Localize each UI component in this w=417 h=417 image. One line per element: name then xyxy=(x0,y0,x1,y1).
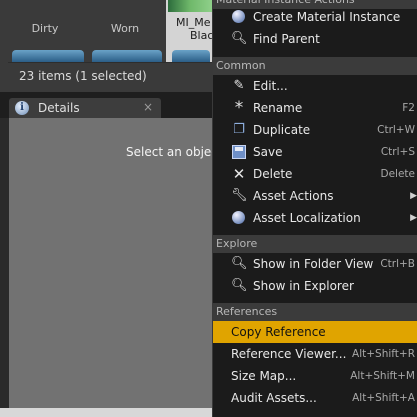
submenu-arrow-icon: ▶ xyxy=(410,191,417,201)
delete-icon: ✕ xyxy=(232,165,246,183)
close-icon[interactable]: × xyxy=(143,100,153,114)
shortcut-label: F2 xyxy=(402,102,415,114)
details-tab[interactable]: Details × xyxy=(9,98,161,118)
asset-name: MI_Me Blac xyxy=(176,16,214,42)
menu-item-label: Create Material Instance xyxy=(253,10,401,24)
submenu-arrow-icon: ▶ xyxy=(410,213,417,223)
info-icon: i xyxy=(15,101,29,115)
shortcut-label: Ctrl+W xyxy=(377,124,415,136)
context-menu: Material Instance Actions Create Materia… xyxy=(212,0,417,417)
menu-item-rename[interactable]: * Rename F2 xyxy=(213,97,417,119)
magnifier-icon: 🔍︎ xyxy=(231,31,248,46)
asset-thumbnail xyxy=(168,0,212,12)
material-sphere-icon xyxy=(232,10,245,23)
asterisk-icon: * xyxy=(234,98,244,118)
menu-item-label: Size Map... xyxy=(231,369,297,383)
shortcut-label: Alt+Shift+R xyxy=(352,348,415,360)
asset-count-status: 23 items (1 selected) xyxy=(8,62,212,88)
menu-item-edit[interactable]: ✎ Edit... xyxy=(213,75,417,97)
menu-item-show-in-folder-view[interactable]: 🔍︎ Show in Folder View Ctrl+B xyxy=(213,253,417,275)
shortcut-label: Alt+Shift+A xyxy=(352,392,415,404)
menu-item-size-map[interactable]: Size Map... Alt+Shift+M xyxy=(213,365,417,387)
globe-icon xyxy=(232,211,245,224)
menu-item-label: Delete xyxy=(253,167,293,181)
section-header-references: References xyxy=(213,303,417,321)
asset-name: Worn xyxy=(110,22,140,35)
asset-thumbnail[interactable] xyxy=(92,50,162,62)
magnifier-icon: 🔍︎ xyxy=(231,256,248,271)
menu-item-label: Copy Reference xyxy=(231,325,326,339)
menu-item-label: Show in Explorer xyxy=(253,279,354,293)
menu-item-delete[interactable]: ✕ Delete Delete xyxy=(213,163,417,185)
details-panel-footer xyxy=(0,408,212,417)
asset-thumbnail[interactable] xyxy=(12,50,84,62)
asset-browser: Dirty Worn MI_Me Blac 23 items (1 selecte… xyxy=(0,0,214,92)
menu-item-create-material-instance[interactable]: Create Material Instance xyxy=(213,6,417,28)
menu-item-find-parent[interactable]: 🔍︎ Find Parent xyxy=(213,28,417,50)
save-icon xyxy=(232,145,246,159)
menu-item-label: Asset Localization xyxy=(253,211,361,225)
menu-item-label: Audit Assets... xyxy=(231,391,317,405)
shortcut-label: Alt+Shift+M xyxy=(350,370,415,382)
pencil-icon: ✎ xyxy=(233,78,245,93)
menu-item-duplicate[interactable]: ❐ Duplicate Ctrl+W xyxy=(213,119,417,141)
menu-item-copy-reference[interactable]: Copy Reference xyxy=(213,321,417,343)
asset-thumbnail[interactable] xyxy=(172,50,210,62)
details-tab-label: Details xyxy=(38,101,80,115)
details-panel-body xyxy=(9,118,212,408)
menu-item-reference-viewer[interactable]: Reference Viewer... Alt+Shift+R xyxy=(213,343,417,365)
menu-item-asset-localization[interactable]: Asset Localization ▶ xyxy=(213,207,417,229)
section-header-common: Common xyxy=(213,57,417,75)
magnifier-icon: 🔍︎ xyxy=(231,278,248,293)
menu-item-label: Save xyxy=(253,145,283,159)
menu-item-asset-actions[interactable]: 🔧︎ Asset Actions ▶ xyxy=(213,185,417,207)
menu-item-label: Find Parent xyxy=(253,32,320,46)
menu-item-label: Reference Viewer... xyxy=(231,347,347,361)
duplicate-icon: ❐ xyxy=(233,122,245,137)
details-empty-message: Select an object xyxy=(126,145,223,159)
menu-item-label: Edit... xyxy=(253,79,288,93)
menu-item-label: Duplicate xyxy=(253,123,311,137)
asset-name: Dirty xyxy=(31,22,59,35)
menu-item-show-in-explorer[interactable]: 🔍︎ Show in Explorer xyxy=(213,275,417,297)
shortcut-label: Ctrl+B xyxy=(380,258,415,270)
shortcut-label: Ctrl+S xyxy=(380,146,415,158)
menu-item-label: Show in Folder View xyxy=(253,257,374,271)
menu-item-save[interactable]: Save Ctrl+S xyxy=(213,141,417,163)
wrench-icon: 🔧︎ xyxy=(231,188,248,203)
menu-item-audit-assets[interactable]: Audit Assets... Alt+Shift+A xyxy=(213,387,417,409)
shortcut-label: Delete xyxy=(380,168,416,180)
menu-item-label: Rename xyxy=(253,101,303,115)
menu-item-label: Asset Actions xyxy=(253,189,334,203)
section-header-explore: Explore xyxy=(213,235,417,253)
